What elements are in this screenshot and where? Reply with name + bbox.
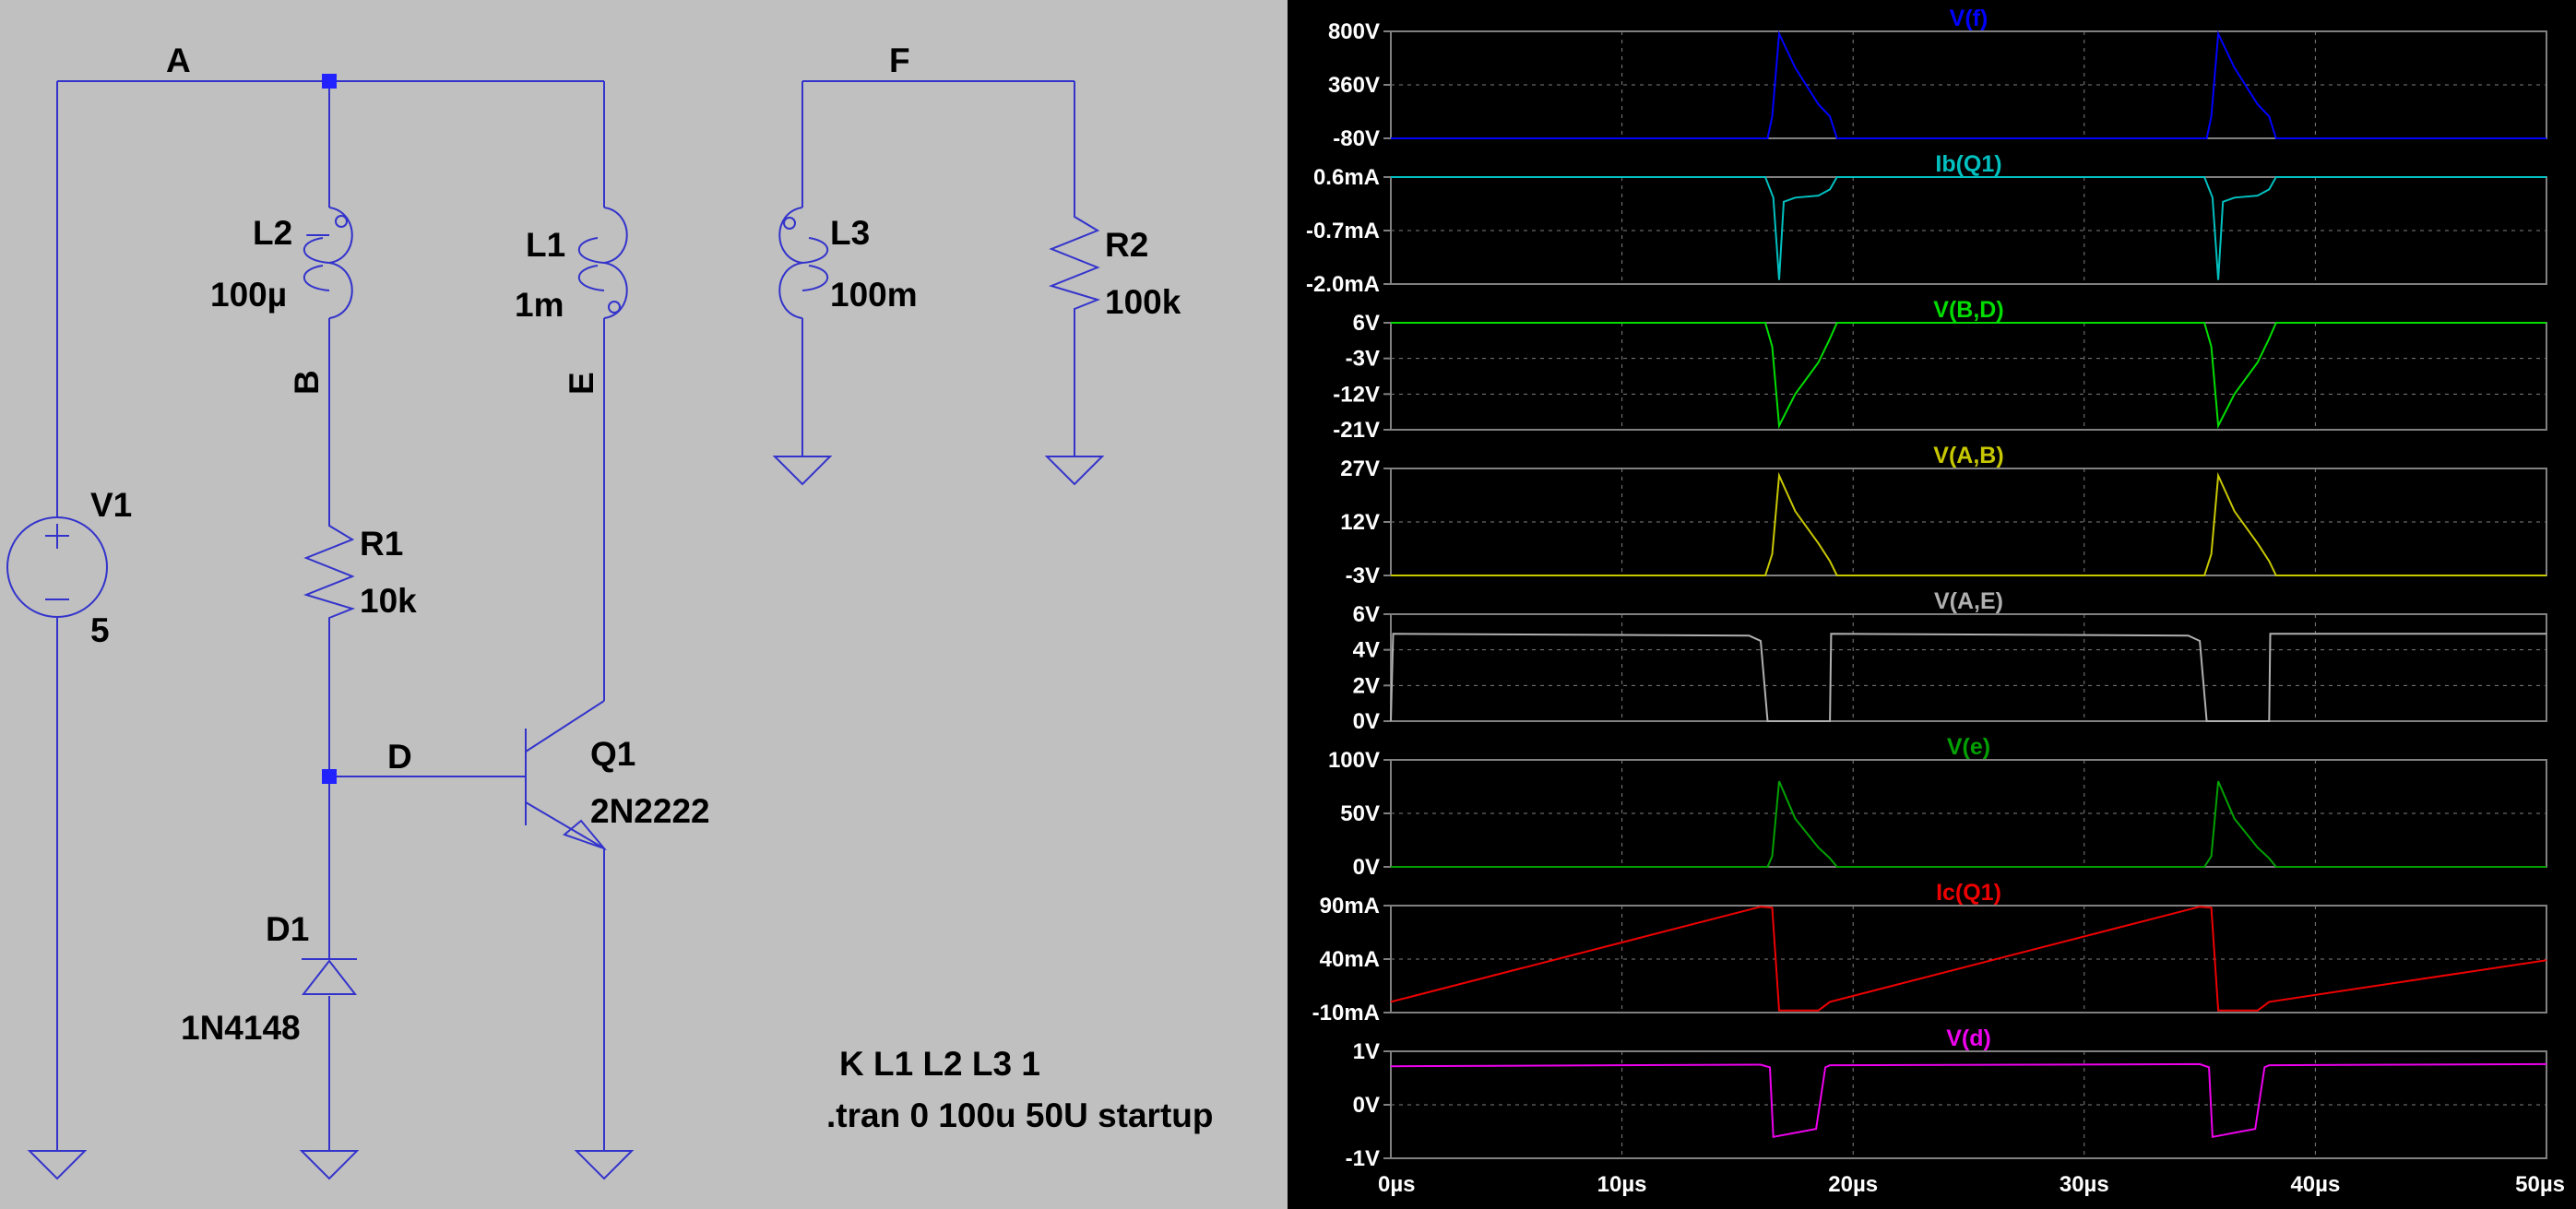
y-tick-label: -1V: [1346, 1146, 1380, 1171]
plot-pane[interactable]: 90mA 40mA -10mA Ic(Q1): [1312, 880, 2547, 1025]
y-tick-label: 40mA: [1320, 947, 1380, 972]
l1-name: L1: [526, 226, 565, 264]
l1-value: 1m: [515, 286, 564, 324]
trace-title[interactable]: V(f): [1950, 6, 1988, 31]
x-tick-label: 40µs: [2290, 1172, 2340, 1197]
plot-pane[interactable]: 6V 4V 2V 0V V(A,E): [1353, 588, 2547, 734]
trace-title[interactable]: V(e): [1947, 734, 1990, 760]
plot-pane[interactable]: 1V 0V -1V V(d): [1346, 1025, 2547, 1171]
junction-dot: [322, 74, 337, 89]
trace-title[interactable]: V(A,B): [1933, 443, 2003, 468]
pane-frame: [1390, 322, 2547, 431]
y-tick-label: -0.7mA: [1306, 219, 1380, 243]
ground-symbol: [574, 1150, 635, 1180]
y-tick-label: 6V: [1353, 311, 1380, 336]
trace-line: [1391, 322, 2546, 430]
v1-name: V1: [90, 486, 132, 524]
plot-pane[interactable]: 6V -3V -12V -21V V(B,D): [1333, 297, 2547, 443]
y-tick-label: 360V: [1328, 73, 1380, 98]
y-tick-label: 4V: [1353, 638, 1380, 663]
y-tick-label: 90mA: [1320, 894, 1380, 919]
trace-title[interactable]: Ib(Q1): [1935, 151, 2001, 177]
y-tick-label: 0V: [1353, 855, 1380, 880]
x-tick-label: 0µs: [1378, 1172, 1416, 1197]
r1-name: R1: [360, 525, 403, 563]
y-tick-label: -10mA: [1312, 1001, 1380, 1025]
net-label-e: E: [563, 372, 600, 395]
x-tick-label: 20µs: [1828, 1172, 1878, 1197]
plot-pane[interactable]: 27V 12V -3V V(A,B): [1340, 443, 2547, 588]
plot-pane[interactable]: 0.6mA -0.7mA -2.0mA Ib(Q1): [1306, 151, 2547, 297]
l2-name: L2: [253, 214, 292, 252]
ground-symbol: [1044, 456, 1105, 486]
trace-line: [1391, 176, 2546, 280]
net-label-d: D: [387, 738, 412, 776]
net-label-f: F: [889, 41, 910, 79]
ground-symbol: [27, 1150, 88, 1180]
pane-frame: [1390, 613, 2547, 722]
ground-symbol: [772, 456, 833, 486]
y-tick-label: 2V: [1353, 673, 1380, 698]
y-tick-label: 0V: [1353, 1093, 1380, 1118]
y-tick-label: 0V: [1353, 709, 1380, 734]
d1-name: D1: [266, 910, 309, 948]
y-tick-label: -2.0mA: [1306, 272, 1380, 297]
trace-title[interactable]: V(d): [1946, 1025, 1991, 1051]
l3-value: 100m: [830, 276, 918, 314]
schematic-canvas[interactable]: A F D B E V1 5 L2 100µ L1 1m L3 100m R1 …: [0, 0, 1288, 1209]
y-tick-label: 100V: [1328, 748, 1380, 773]
l3-name: L3: [830, 214, 870, 252]
inductor-l1[interactable]: [577, 207, 628, 319]
trace-title[interactable]: V(B,D): [1933, 297, 2003, 323]
x-tick-label: 50µs: [2515, 1172, 2565, 1197]
q1-value: 2N2222: [590, 792, 710, 830]
y-tick-label: -3V: [1346, 347, 1380, 372]
trace-title[interactable]: Ic(Q1): [1936, 880, 2001, 906]
y-tick-label: 0.6mA: [1313, 165, 1380, 190]
q1-name: Q1: [590, 735, 635, 773]
net-label-a: A: [166, 41, 191, 79]
diode-d1[interactable]: [301, 958, 358, 995]
voltage-source-v1[interactable]: [6, 516, 108, 618]
directive-coupling[interactable]: K L1 L2 L3 1: [839, 1045, 1040, 1083]
x-tick-label: 30µs: [2060, 1172, 2109, 1197]
plot-pane[interactable]: 800V 360V -80V V(f): [1328, 6, 2547, 151]
y-tick-label: -12V: [1333, 382, 1380, 407]
ground-symbol: [299, 1150, 360, 1180]
d1-value: 1N4148: [181, 1009, 301, 1047]
y-tick-label: -80V: [1333, 126, 1380, 151]
plot-pane[interactable]: 100V 50V 0V V(e): [1328, 734, 2547, 880]
r1-value: 10k: [360, 582, 417, 620]
directive-tran[interactable]: .tran 0 100u 50U startup: [826, 1096, 1213, 1134]
y-tick-label: 27V: [1340, 456, 1380, 481]
waveform-viewer[interactable]: 800V 360V -80V V(f) 0.6mA -0.7mA -2.0mA Ib(Q1) 6…: [1288, 0, 2576, 1209]
trace-line: [1390, 633, 2546, 722]
r2-name: R2: [1105, 226, 1148, 264]
l2-value: 100µ: [210, 276, 287, 314]
trace-line: [1391, 30, 2546, 139]
trace-line: [1390, 1062, 2547, 1138]
y-tick-label: 6V: [1353, 602, 1380, 627]
resistor-r1[interactable]: [303, 516, 356, 627]
y-tick-label: -21V: [1333, 418, 1380, 443]
resistor-r2[interactable]: [1048, 207, 1101, 318]
y-tick-label: 1V: [1353, 1039, 1380, 1064]
trace-title[interactable]: V(A,E): [1934, 588, 2003, 614]
junction-dot: [322, 769, 337, 784]
inductor-l3[interactable]: [778, 207, 829, 319]
y-tick-label: 50V: [1340, 801, 1380, 826]
x-tick-label: 10µs: [1597, 1172, 1647, 1197]
y-tick-label: 12V: [1340, 510, 1380, 535]
net-label-b: B: [288, 370, 326, 395]
inductor-l2[interactable]: [303, 207, 353, 319]
trace-line: [1391, 780, 2546, 868]
v1-value: 5: [90, 611, 110, 649]
trace-line: [1391, 471, 2546, 576]
r2-value: 100k: [1105, 283, 1181, 321]
trace-line: [1390, 906, 2547, 1012]
y-tick-label: -3V: [1346, 563, 1380, 588]
y-tick-label: 800V: [1328, 19, 1380, 44]
